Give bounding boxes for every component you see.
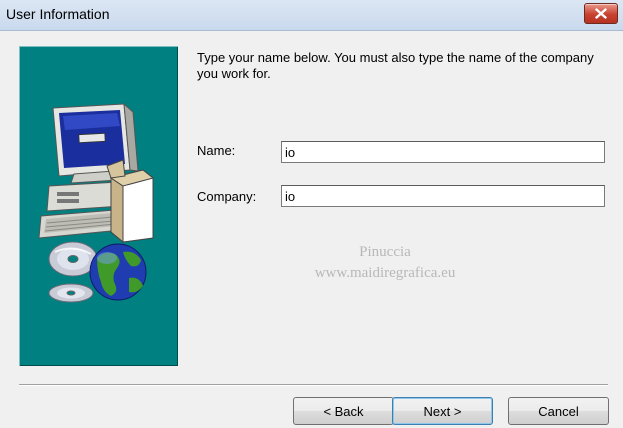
cancel-button[interactable]: Cancel — [508, 397, 609, 425]
setup-illustration — [38, 102, 155, 303]
back-button[interactable]: < Back — [293, 397, 394, 425]
title-bar[interactable]: User Information — [0, 0, 623, 31]
computer-icon — [38, 102, 155, 244]
footer-divider — [19, 384, 608, 386]
watermark-line1: Pinuccia — [359, 244, 411, 260]
name-input[interactable] — [281, 141, 605, 163]
wizard-side-panel — [19, 46, 178, 366]
globe-icon — [89, 243, 147, 301]
close-button[interactable] — [584, 3, 618, 24]
watermark-line2: www.maidiregrafica.eu — [314, 265, 456, 281]
window-title: User Information — [6, 6, 110, 22]
instructions-text: Type your name below. You must also type… — [197, 50, 594, 81]
next-button[interactable]: Next > — [392, 397, 493, 425]
company-label: Company: — [197, 189, 257, 204]
name-label: Name: — [197, 143, 236, 158]
company-input[interactable] — [281, 185, 605, 207]
close-icon — [595, 8, 607, 19]
